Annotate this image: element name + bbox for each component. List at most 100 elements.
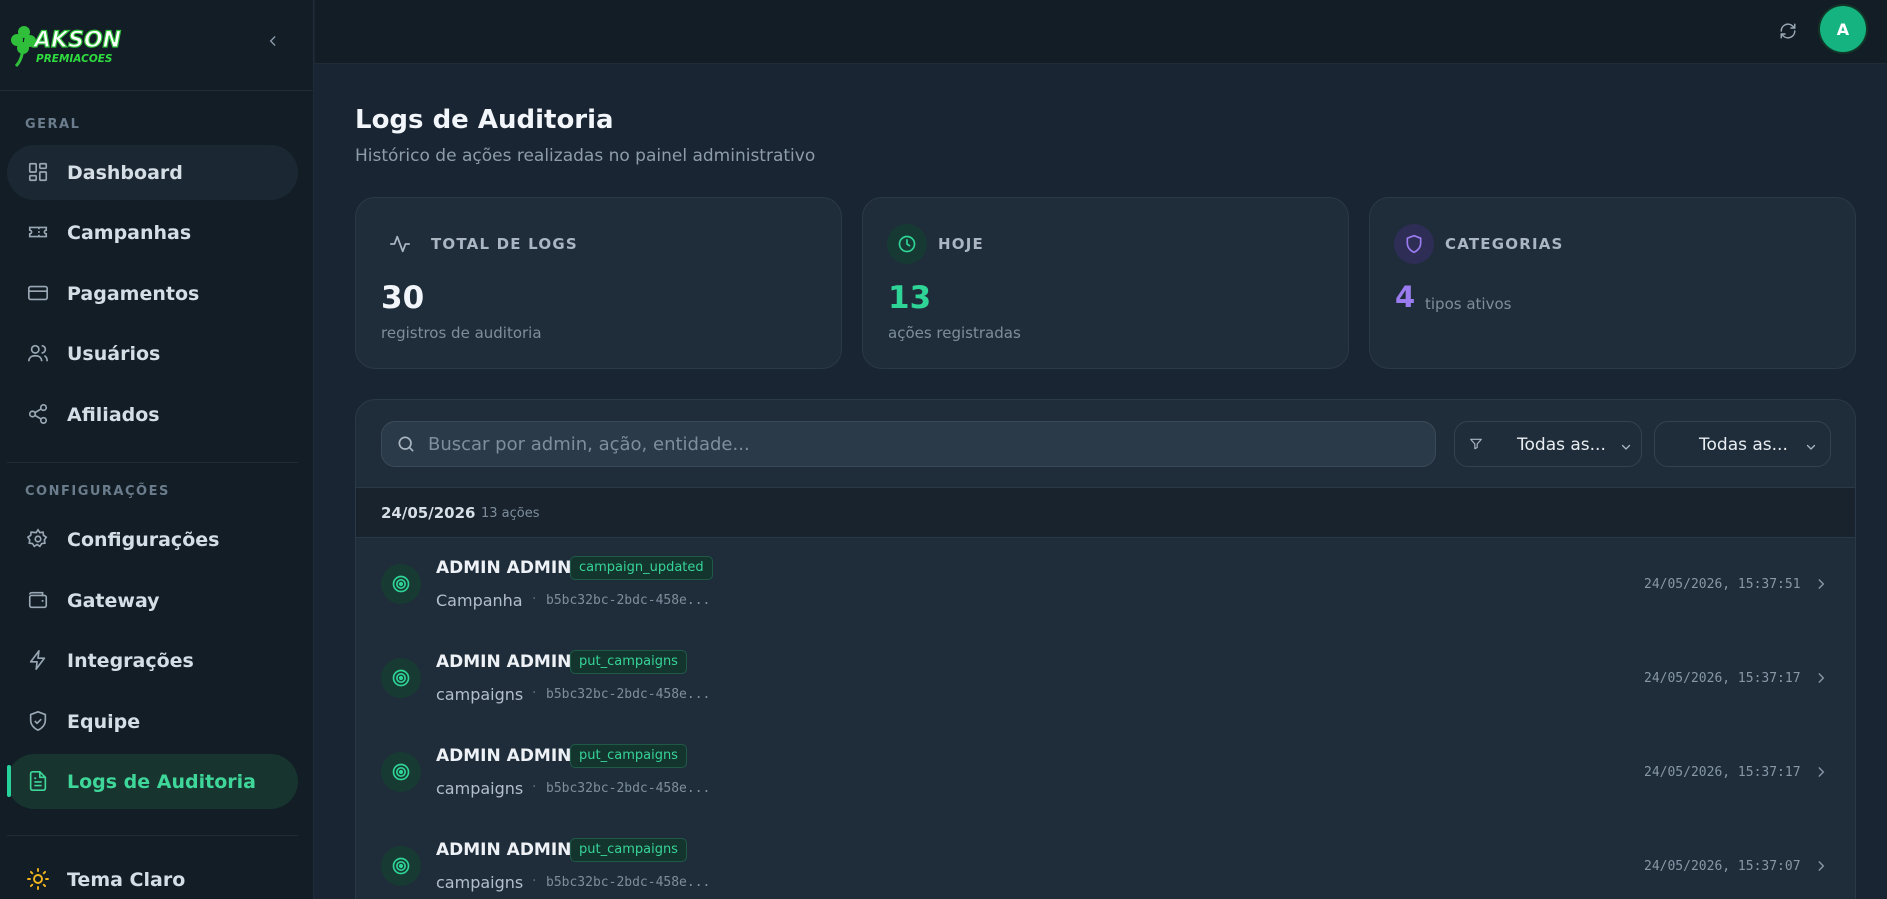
search-icon xyxy=(396,434,416,458)
sidebar-item-label: Integrações xyxy=(67,649,194,672)
log-action-badge: put_campaigns xyxy=(570,744,687,768)
sidebar-item-integracoes[interactable]: Integrações xyxy=(7,633,298,688)
action-filter-select[interactable]: Todas as... xyxy=(1654,421,1831,467)
log-admin: ADMIN ADMIN xyxy=(436,746,572,766)
search-input[interactable] xyxy=(428,422,1418,466)
separator-dot: · xyxy=(532,685,537,701)
log-row[interactable]: ADMIN ADMIN put_campaigns campaigns · b5… xyxy=(356,632,1855,726)
shield-check-icon xyxy=(25,708,51,734)
date-group-header: 24/05/2026 13 ações xyxy=(356,487,1855,538)
stat-label: CATEGORIAS xyxy=(1445,235,1564,253)
sidebar-divider xyxy=(7,835,298,836)
log-admin: ADMIN ADMIN xyxy=(436,840,572,860)
stat-card-categorias: CATEGORIAS 4 tipos ativos xyxy=(1369,197,1856,369)
stat-description: ações registradas xyxy=(888,324,1021,342)
stat-card-total-logs: TOTAL DE LOGS 30 registros de auditoria xyxy=(355,197,842,369)
group-count: 13 ações xyxy=(481,506,540,521)
separator-dot: · xyxy=(532,873,537,889)
wallet-icon xyxy=(25,587,51,613)
log-timestamp: 24/05/2026, 15:37:17 xyxy=(1644,671,1801,686)
user-avatar[interactable]: A xyxy=(1820,6,1866,52)
sidebar: AKSON PREMIACOES GERAL Dashboard Campanh… xyxy=(0,0,314,899)
share-icon xyxy=(25,401,51,427)
log-timestamp: 24/05/2026, 15:37:07 xyxy=(1644,859,1801,874)
ticket-icon xyxy=(25,219,51,245)
sidebar-item-logs-de-auditoria[interactable]: Logs de Auditoria xyxy=(7,754,298,809)
svg-text:PREMIACOES: PREMIACOES xyxy=(36,53,112,65)
collapse-sidebar-button[interactable] xyxy=(262,30,284,52)
sidebar-divider xyxy=(7,462,298,463)
target-icon xyxy=(381,752,421,792)
brand-logo[interactable]: AKSON PREMIACOES xyxy=(10,20,140,70)
stat-value: 30 xyxy=(381,280,425,316)
sidebar-item-label: Pagamentos xyxy=(67,282,200,305)
sidebar-item-campanhas[interactable]: Campanhas xyxy=(7,205,298,260)
stat-card-hoje: HOJE 13 ações registradas xyxy=(862,197,1349,369)
log-timestamp: 24/05/2026, 15:37:17 xyxy=(1644,765,1801,780)
page-subtitle: Histórico de ações realizadas no painel … xyxy=(355,146,816,166)
topbar xyxy=(315,0,1887,64)
sidebar-item-configuracoes[interactable]: Configurações xyxy=(7,512,298,567)
chevron-down-icon xyxy=(1620,438,1632,457)
chevron-left-icon xyxy=(269,36,276,46)
credit-card-icon xyxy=(25,280,51,306)
sidebar-item-usuarios[interactable]: Usuários xyxy=(7,326,298,381)
svg-text:AKSON: AKSON xyxy=(32,28,121,53)
sidebar-item-label: Dashboard xyxy=(67,161,183,184)
log-entity: Campanha xyxy=(436,591,523,610)
logo-area: AKSON PREMIACOES xyxy=(0,0,314,91)
sidebar-item-dashboard[interactable]: Dashboard xyxy=(7,145,298,200)
stat-label: TOTAL DE LOGS xyxy=(431,235,578,253)
refresh-icon xyxy=(1780,23,1796,39)
log-action-badge: put_campaigns xyxy=(570,650,687,674)
target-icon xyxy=(381,846,421,886)
log-row[interactable]: ADMIN ADMIN put_campaigns campaigns · b5… xyxy=(356,726,1855,820)
sidebar-item-label: Logs de Auditoria xyxy=(67,770,256,793)
refresh-button[interactable] xyxy=(1775,18,1801,44)
filter-icon xyxy=(1469,436,1483,455)
section-label-general: GERAL xyxy=(25,117,81,132)
clock-icon xyxy=(887,224,927,264)
theme-toggle-label: Tema Claro xyxy=(67,868,186,891)
sidebar-item-label: Equipe xyxy=(67,710,141,733)
sidebar-item-gateway[interactable]: Gateway xyxy=(7,573,298,628)
log-action-badge: put_campaigns xyxy=(570,838,687,862)
group-date: 24/05/2026 xyxy=(381,504,476,522)
category-filter-value: Todas as... xyxy=(1517,435,1606,455)
log-entity: campaigns xyxy=(436,779,524,798)
theme-toggle[interactable]: Tema Claro xyxy=(7,852,298,899)
sidebar-item-label: Campanhas xyxy=(67,221,192,244)
log-entity-id: b5bc32bc-2bdc-458e... xyxy=(546,687,711,702)
sidebar-item-label: Usuários xyxy=(67,342,161,365)
chevron-right-icon xyxy=(1814,576,1828,595)
search-box[interactable] xyxy=(381,421,1436,467)
section-label-config: CONFIGURAÇÕES xyxy=(25,484,170,499)
shield-icon xyxy=(1394,224,1434,264)
log-entity: campaigns xyxy=(436,873,524,892)
separator-dot: · xyxy=(532,779,537,795)
users-icon xyxy=(25,340,51,366)
stat-value: 4 xyxy=(1395,280,1416,314)
chevron-down-icon xyxy=(1805,438,1817,457)
file-text-icon xyxy=(25,768,51,794)
activity-icon xyxy=(380,224,420,264)
log-timestamp: 24/05/2026, 15:37:51 xyxy=(1644,577,1801,592)
target-icon xyxy=(381,564,421,604)
dashboard-icon xyxy=(25,159,51,185)
category-filter-select[interactable]: Todas as... xyxy=(1454,421,1642,467)
sidebar-item-label: Afiliados xyxy=(67,403,160,426)
sidebar-item-equipe[interactable]: Equipe xyxy=(7,694,298,749)
page-title: Logs de Auditoria xyxy=(355,105,614,135)
stat-description: tipos ativos xyxy=(1425,295,1512,313)
active-indicator xyxy=(7,765,11,797)
log-row[interactable]: ADMIN ADMIN campaign_updated Campanha · … xyxy=(356,538,1855,632)
stat-label: HOJE xyxy=(938,235,984,253)
log-entity-id: b5bc32bc-2bdc-458e... xyxy=(546,781,711,796)
log-row[interactable]: ADMIN ADMIN put_campaigns campaigns · b5… xyxy=(356,820,1855,899)
log-admin: ADMIN ADMIN xyxy=(436,652,572,672)
sun-icon xyxy=(25,866,51,892)
stat-value: 13 xyxy=(888,280,932,316)
sidebar-item-afiliados[interactable]: Afiliados xyxy=(7,387,298,442)
chevron-right-icon xyxy=(1814,764,1828,783)
sidebar-item-pagamentos[interactable]: Pagamentos xyxy=(7,266,298,321)
